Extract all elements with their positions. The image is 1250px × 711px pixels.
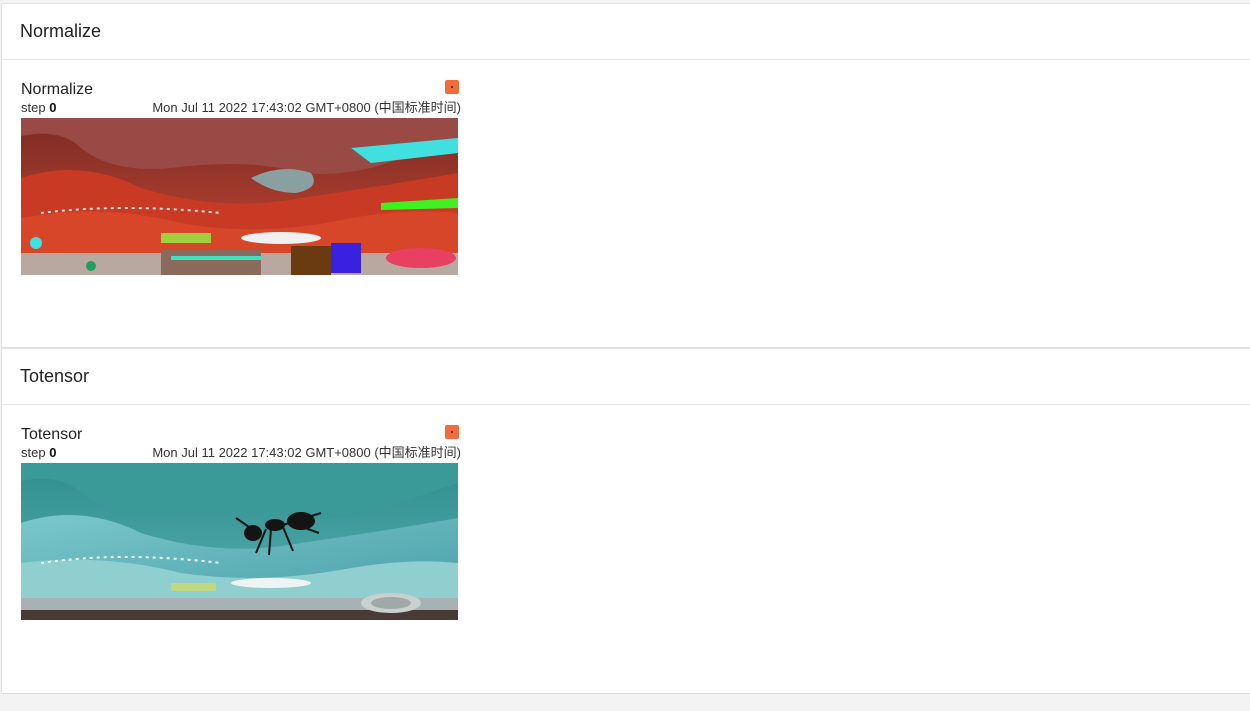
section-normalize: Normalize Normalize step 0 Mon Jul 11 20… (1, 3, 1250, 348)
step-value: 0 (49, 100, 57, 115)
image-card-normalize: Normalize step 0 Mon Jul 11 2022 17:43:0… (21, 80, 461, 275)
card-menu-icon[interactable] (445, 80, 459, 94)
image-card-totensor: Totensor step 0 Mon Jul 11 2022 17:43:02… (21, 425, 461, 620)
timestamp: Mon Jul 11 2022 17:43:02 GMT+0800 (中国标准时… (152, 445, 461, 460)
card-meta: step 0 Mon Jul 11 2022 17:43:02 GMT+0800… (21, 100, 461, 116)
section-title: Normalize (20, 21, 102, 41)
step-label: step 0 (21, 445, 57, 460)
section-title: Totensor (20, 366, 90, 386)
card-menu-icon[interactable] (445, 425, 459, 439)
step-value: 0 (49, 445, 57, 460)
step-label: step 0 (21, 100, 57, 115)
section-header-totensor[interactable]: Totensor (2, 349, 1250, 405)
timestamp: Mon Jul 11 2022 17:43:02 GMT+0800 (中国标准时… (152, 100, 461, 115)
image-dashboard: Normalize Normalize step 0 Mon Jul 11 20… (0, 0, 1250, 711)
card-title: Normalize (21, 81, 94, 98)
image-normalize[interactable] (21, 118, 458, 275)
section-totensor: Totensor Totensor step 0 Mon Jul 11 2022… (1, 348, 1250, 694)
section-header-normalize[interactable]: Normalize (2, 4, 1250, 60)
image-totensor[interactable] (21, 463, 458, 620)
ant-on-surface-image (21, 463, 458, 620)
normalized-ant-image (21, 118, 458, 275)
card-meta: step 0 Mon Jul 11 2022 17:43:02 GMT+0800… (21, 445, 461, 461)
card-title: Totensor (21, 426, 83, 443)
